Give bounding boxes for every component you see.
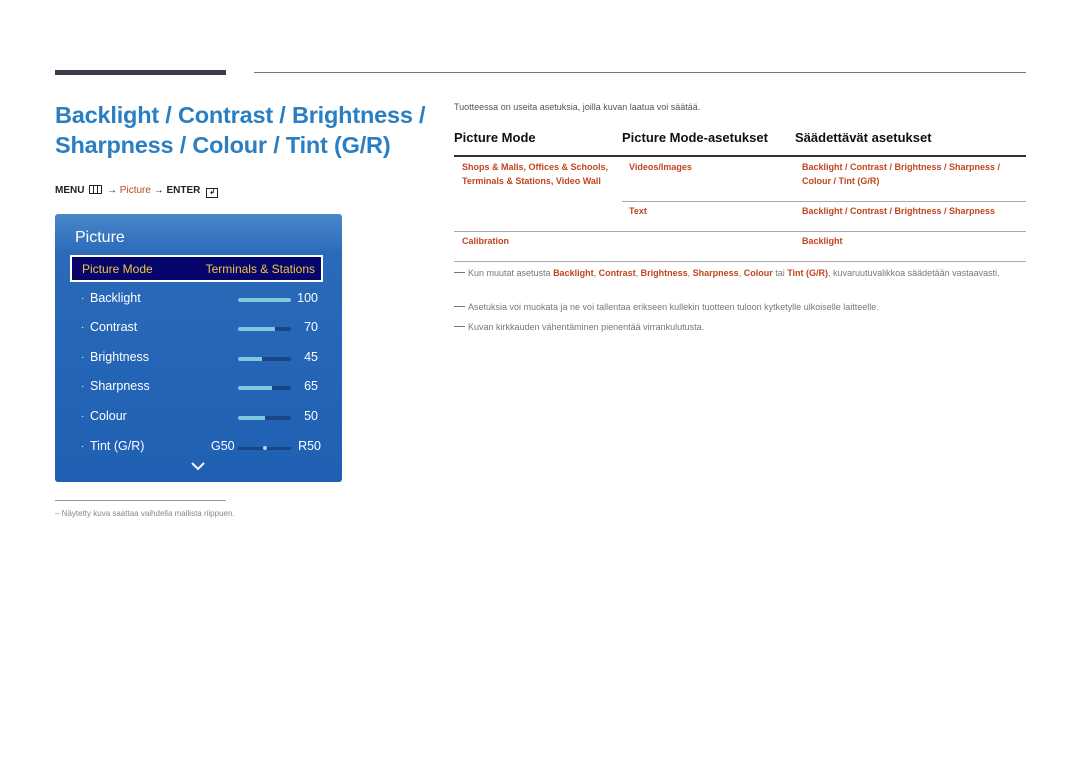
note-text: Kuvan kirkkauden vähentäminen pienentää … [468, 322, 705, 332]
bullet-icon: · [81, 322, 85, 333]
header-rule-thick [55, 70, 226, 75]
table-cell-adjustable: Backlight / Contrast / Brightness / Shar… [802, 206, 996, 216]
table-cell-setting: Videos/Images [629, 162, 692, 172]
note-1: Kun muutat asetusta Backlight, Contrast,… [454, 266, 1024, 280]
note-text: Kun muutat asetusta [468, 268, 554, 278]
tint-slider-knob[interactable] [262, 446, 267, 450]
bullet-icon: · [81, 411, 85, 422]
setting-value: 70 [304, 320, 318, 334]
note-dash-icon [454, 326, 465, 327]
menu-label: MENU [55, 185, 85, 196]
tint-r-value: R50 [298, 439, 321, 453]
note-term: Backlight [553, 268, 594, 278]
table-cell-adjustable: Backlight [802, 236, 843, 246]
picture-menu-panel: Picture Picture Mode Terminals & Station… [55, 214, 342, 482]
setting-label: Tint (G/R) [90, 439, 145, 453]
note-dash-icon [454, 306, 465, 307]
setting-label: Backlight [90, 291, 141, 305]
setting-row-contrast[interactable]: · Contrast 70 [81, 320, 321, 340]
setting-label: Contrast [90, 320, 138, 334]
chevron-down-icon[interactable] [191, 461, 205, 471]
setting-value: 50 [304, 409, 318, 423]
note-2: Asetuksia voi muokata ja ne voi tallenta… [454, 300, 1024, 314]
panel-title: Picture [75, 229, 125, 246]
bullet-icon: · [81, 381, 85, 392]
tint-g-value: G50 [211, 439, 235, 453]
enter-label: ENTER [166, 185, 201, 196]
level-bar[interactable] [238, 357, 291, 361]
note-term: Sharpness [692, 268, 739, 278]
footnote-rule [55, 500, 226, 501]
table-cell-setting: Text [629, 206, 647, 216]
note-text: tai [772, 268, 788, 278]
bullet-icon: · [81, 352, 85, 363]
setting-row-sharpness[interactable]: · Sharpness 65 [81, 379, 321, 399]
page-title: Backlight / Contrast / Brightness / Shar… [55, 102, 426, 158]
table-header-picture-mode: Picture Mode [454, 130, 536, 145]
note-text: , kuvaruutuvalikkoa säädetään vastaavast… [828, 268, 1000, 278]
level-bar-fill [238, 386, 273, 390]
note-dash-icon [454, 272, 465, 273]
level-bar-fill [238, 298, 291, 302]
setting-label: Colour [90, 409, 127, 423]
level-bar-fill [238, 357, 262, 361]
note-term: Contrast [598, 268, 636, 278]
setting-value: 45 [304, 350, 318, 364]
note-term: Brightness [640, 268, 688, 278]
level-bar[interactable] [238, 327, 291, 331]
note-term: Colour [743, 268, 773, 278]
setting-value: 100 [297, 291, 318, 305]
setting-row-brightness[interactable]: · Brightness 45 [81, 350, 321, 370]
setting-row-backlight[interactable]: · Backlight 100 [81, 291, 321, 311]
setting-label: Brightness [90, 350, 150, 364]
table-row-divider [622, 201, 1026, 202]
intro-text: Tuotteessa on useita asetuksia, joilla k… [454, 102, 701, 112]
menu-path: MENU → Picture → ENTER ↲ [55, 185, 219, 198]
table-cell-adjustable: Backlight / Contrast / Brightness / Shar… [802, 162, 1001, 186]
level-bar-fill [238, 416, 265, 420]
table-cell-mode: Calibration [462, 236, 510, 246]
menu-icon [89, 185, 103, 194]
note-3: Kuvan kirkkauden vähentäminen pienentää … [454, 320, 1024, 334]
header-rule-thin [254, 72, 1026, 73]
arrow-icon: → [107, 185, 118, 196]
level-bar-fill [238, 327, 276, 331]
level-bar[interactable] [238, 416, 291, 420]
table-header-mode-settings: Picture Mode-asetukset [622, 130, 768, 145]
setting-row-colour[interactable]: · Colour 50 [81, 409, 321, 429]
level-bar[interactable] [238, 386, 291, 390]
picture-mode-value: Terminals & Stations [205, 262, 315, 276]
enter-icon: ↲ [206, 188, 219, 198]
setting-label: Sharpness [90, 379, 150, 393]
setting-row-tint[interactable]: · Tint (G/R) G50 R50 [81, 439, 321, 459]
setting-value: 65 [304, 379, 318, 393]
picture-link: Picture [119, 185, 151, 196]
table-header-adjustable: Säädettävät asetukset [795, 130, 932, 145]
note-text: Asetuksia voi muokata ja ne voi tallenta… [468, 302, 879, 312]
picture-mode-label: Picture Mode [82, 262, 153, 276]
level-bar[interactable] [238, 298, 291, 302]
table-top-rule [454, 155, 1026, 157]
table-cell-mode: Shops & Malls, Offices & Schools, Termin… [462, 162, 609, 186]
bullet-icon: · [81, 441, 85, 452]
table-bottom-rule [454, 261, 1026, 262]
tint-slider[interactable] [238, 446, 291, 450]
table-row-divider [454, 231, 1026, 232]
arrow-icon: → [153, 185, 164, 196]
note-term: Tint (G/R) [787, 268, 829, 278]
bullet-icon: · [81, 293, 85, 304]
picture-mode-row[interactable]: Picture Mode Terminals & Stations [70, 255, 323, 282]
footnote: – Näytetty kuva saattaa vaihdella mallis… [55, 509, 235, 518]
